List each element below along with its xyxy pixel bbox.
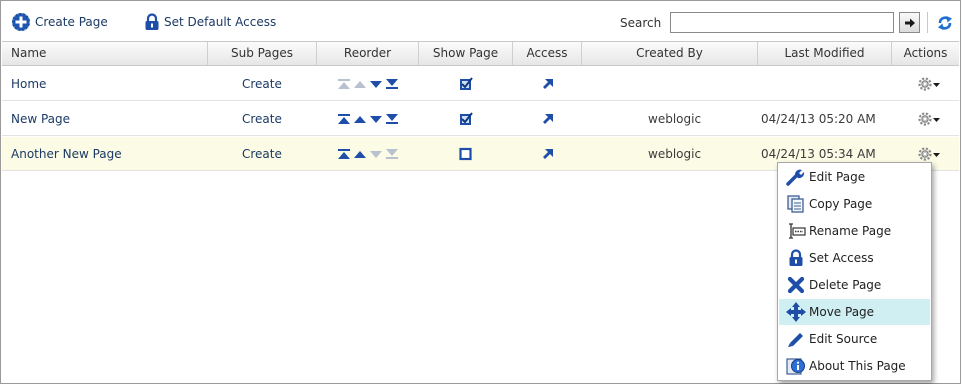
reorder-controls xyxy=(317,137,419,171)
create-subpage-link[interactable]: Create xyxy=(242,137,282,171)
copy-icon xyxy=(786,194,806,214)
gear-dropdown-icon xyxy=(918,147,940,161)
menu-item-label: Rename Page xyxy=(809,224,892,238)
unchecked-checkbox-icon xyxy=(459,147,472,161)
wrench-icon xyxy=(786,167,806,187)
gear-dropdown-icon xyxy=(918,77,940,91)
checked-checkbox-icon xyxy=(460,112,473,125)
column-header-access[interactable]: Access xyxy=(513,42,582,65)
column-header-name[interactable]: Name xyxy=(2,42,208,65)
search-label: Search xyxy=(620,16,662,30)
move-up-icon[interactable] xyxy=(353,113,367,125)
move-top-icon[interactable] xyxy=(337,78,351,90)
last-modified: 04/24/13 05:20 AM xyxy=(761,112,876,126)
column-header-reorder[interactable]: Reorder xyxy=(317,42,419,65)
move-top-icon[interactable] xyxy=(337,148,351,160)
create-subpage-link[interactable]: Create xyxy=(242,102,282,136)
menu-item-copy-page[interactable]: Copy Page xyxy=(779,191,930,217)
menu-item-move-page[interactable]: Move Page xyxy=(779,299,930,325)
lock-icon xyxy=(786,248,806,268)
menu-item-label: Move Page xyxy=(809,305,875,319)
column-header-actions[interactable]: Actions xyxy=(892,42,959,65)
page-name-link[interactable]: New Page xyxy=(11,102,70,136)
table-row[interactable]: Home Create xyxy=(2,67,959,101)
move-down-icon[interactable] xyxy=(369,78,383,90)
refresh-button[interactable] xyxy=(935,12,955,33)
access-button[interactable] xyxy=(513,102,582,136)
column-header-last-modified[interactable]: Last Modified xyxy=(758,42,892,65)
menu-item-about-this-page[interactable]: About This Page xyxy=(779,353,930,379)
column-header-show-page[interactable]: Show Page xyxy=(419,42,513,65)
move-arrows-icon xyxy=(786,302,806,322)
move-up-icon[interactable] xyxy=(353,78,367,90)
move-bottom-icon[interactable] xyxy=(385,78,399,90)
actions-menu: Edit Page Copy Page Rename Page Set Acce… xyxy=(777,162,932,381)
menu-item-label: Edit Page xyxy=(809,170,866,184)
move-up-icon[interactable] xyxy=(353,148,367,160)
show-page-checkbox[interactable] xyxy=(419,67,513,101)
show-page-checkbox[interactable] xyxy=(419,137,513,171)
menu-item-label: About This Page xyxy=(809,359,906,373)
actions-menu-button[interactable] xyxy=(914,67,944,101)
refresh-icon xyxy=(938,15,952,30)
move-down-icon[interactable] xyxy=(369,148,383,160)
show-page-checkbox[interactable] xyxy=(419,102,513,136)
menu-item-rename-page[interactable]: Rename Page xyxy=(779,218,930,244)
create-page-label: Create Page xyxy=(35,15,108,29)
checked-checkbox-icon xyxy=(460,77,473,90)
table-row[interactable]: New Page Create weblogic 04/24/13 05:20 … xyxy=(2,102,959,136)
page-name-link[interactable]: Another New Page xyxy=(11,137,122,171)
move-bottom-icon[interactable] xyxy=(385,113,399,125)
menu-item-label: Set Access xyxy=(809,251,874,265)
menu-item-edit-source[interactable]: Edit Source xyxy=(779,326,930,352)
menu-item-edit-page[interactable]: Edit Page xyxy=(779,164,930,190)
page-name-link[interactable]: Home xyxy=(11,67,46,101)
add-circle-icon xyxy=(12,13,30,31)
access-button[interactable] xyxy=(513,137,582,171)
move-down-icon[interactable] xyxy=(369,113,383,125)
search-input[interactable] xyxy=(670,12,894,33)
gear-dropdown-icon xyxy=(918,112,940,126)
arrow-up-right-icon xyxy=(542,114,553,124)
toolbar: Create Page Set Default Access Search xyxy=(2,2,959,41)
create-subpage-link[interactable]: Create xyxy=(242,67,282,101)
menu-item-label: Delete Page xyxy=(809,278,882,292)
set-default-access-label: Set Default Access xyxy=(164,15,277,29)
menu-item-set-access[interactable]: Set Access xyxy=(779,245,930,271)
created-by: weblogic xyxy=(648,112,702,126)
delete-x-icon xyxy=(786,275,806,295)
reorder-controls xyxy=(317,67,419,101)
move-bottom-icon[interactable] xyxy=(385,148,399,160)
actions-menu-button[interactable] xyxy=(914,102,944,136)
pencil-icon xyxy=(786,329,806,349)
search-go-button[interactable] xyxy=(899,12,920,33)
menu-item-label: Copy Page xyxy=(809,197,873,211)
table-header: Name Sub Pages Reorder Show Page Access … xyxy=(2,41,959,66)
menu-item-delete-page[interactable]: Delete Page xyxy=(779,272,930,298)
move-top-icon[interactable] xyxy=(337,113,351,125)
arrow-up-right-icon xyxy=(542,149,553,159)
menu-item-label: Edit Source xyxy=(809,332,878,346)
column-header-sub-pages[interactable]: Sub Pages xyxy=(208,42,317,65)
set-default-access-button[interactable]: Set Default Access xyxy=(144,12,276,32)
page-manager-panel: Create Page Set Default Access Search Na… xyxy=(0,0,961,384)
create-page-button[interactable]: Create Page xyxy=(11,12,108,32)
created-by: weblogic xyxy=(648,147,702,161)
rename-icon xyxy=(786,221,806,241)
access-button[interactable] xyxy=(513,67,582,101)
reorder-controls xyxy=(317,102,419,136)
arrow-right-icon xyxy=(904,18,915,27)
toolbar-separator xyxy=(927,12,928,33)
lock-icon xyxy=(145,13,159,30)
arrow-up-right-icon xyxy=(542,79,553,89)
info-icon xyxy=(786,356,806,376)
column-header-created-by[interactable]: Created By xyxy=(582,42,758,65)
